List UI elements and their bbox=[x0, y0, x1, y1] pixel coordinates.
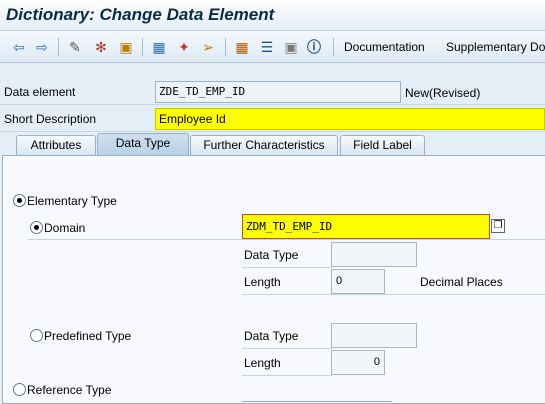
data-element-label: Data element bbox=[4, 85, 76, 99]
domain-radio[interactable] bbox=[30, 221, 43, 234]
back-arrow-icon[interactable]: ⇦ bbox=[10, 38, 28, 56]
domain-label: Domain bbox=[44, 221, 86, 235]
display-change-icon[interactable]: ✎ bbox=[66, 38, 84, 56]
tab-further-characteristics[interactable]: Further Characteristics bbox=[190, 135, 338, 155]
where-used-icon[interactable]: ➢ bbox=[199, 38, 217, 56]
supplementary-documentation-button[interactable]: Supplementary Do bbox=[446, 40, 545, 54]
decimal-places-label: Decimal Places bbox=[420, 275, 503, 289]
copy-icon[interactable]: ❐ bbox=[491, 219, 505, 233]
predefined-type-label: Predefined Type bbox=[44, 329, 132, 343]
check-icon[interactable]: ▣ bbox=[117, 38, 135, 56]
domain-data-type-label: Data Type bbox=[244, 248, 299, 262]
documentation-button[interactable]: Documentation bbox=[344, 40, 425, 54]
domain-length-field[interactable]: 0 bbox=[331, 269, 385, 294]
forward-arrow-icon[interactable]: ⇨ bbox=[33, 38, 51, 56]
info-icon[interactable]: ⓘ bbox=[305, 38, 323, 56]
tab-field-label[interactable]: Field Label bbox=[340, 135, 425, 155]
window-title: Dictionary: Change Data Element bbox=[6, 5, 275, 24]
short-description-label: Short Description bbox=[4, 112, 97, 126]
domain-data-type-field[interactable] bbox=[331, 242, 417, 267]
predefined-length-field[interactable]: 0 bbox=[331, 350, 385, 375]
elementary-type-radio[interactable] bbox=[13, 194, 26, 207]
predefined-type-radio[interactable] bbox=[30, 329, 43, 342]
data-element-field[interactable]: ZDE_TD_EMP_ID bbox=[155, 81, 401, 103]
activate-icon[interactable]: ✻ bbox=[92, 38, 110, 56]
grid-icon[interactable]: ▣ bbox=[282, 38, 300, 56]
tab-strip: Attributes Data Type Further Characteris… bbox=[0, 133, 545, 155]
predefined-length-label: Length bbox=[244, 356, 281, 370]
domain-field[interactable]: ZDM_TD_EMP_ID bbox=[242, 214, 490, 239]
predefined-data-type-field[interactable] bbox=[331, 323, 417, 348]
hierarchy-icon[interactable]: ▦ bbox=[150, 38, 168, 56]
tab-attributes[interactable]: Attributes bbox=[16, 135, 96, 155]
magic-wand-icon[interactable]: ✦ bbox=[175, 38, 193, 56]
elementary-type-label: Elementary Type bbox=[27, 194, 117, 208]
list-icon[interactable]: ☰ bbox=[258, 38, 276, 56]
org-chart-icon[interactable]: ▦ bbox=[233, 38, 251, 56]
tab-data-type[interactable]: Data Type bbox=[97, 133, 189, 155]
title-bar: Dictionary: Change Data Element bbox=[0, 0, 545, 31]
application-toolbar: ⇦ ⇨ ✎ ✻ ▣ ▦ ✦ ➢ ▦ ☰ ▣ ⓘ Documentation Su… bbox=[0, 31, 545, 63]
domain-length-label: Length bbox=[244, 275, 281, 289]
status-text: New(Revised) bbox=[405, 86, 481, 100]
reference-type-radio[interactable] bbox=[13, 383, 26, 396]
predefined-data-type-label: Data Type bbox=[244, 329, 299, 343]
reference-type-label: Reference Type bbox=[27, 383, 112, 397]
short-description-field[interactable]: Employee Id bbox=[155, 108, 545, 130]
